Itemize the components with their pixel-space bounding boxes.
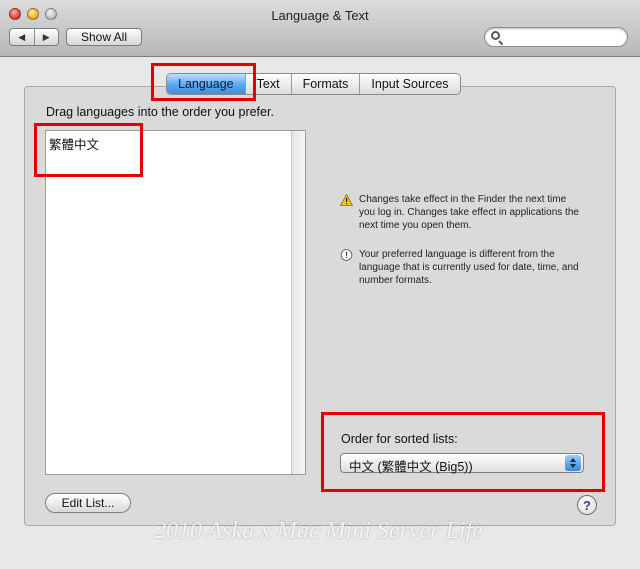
edit-list-button[interactable]: Edit List... [45,493,131,513]
back-button[interactable]: ◀ [10,29,34,45]
search-icon [491,31,500,40]
forward-button[interactable]: ▶ [33,29,59,45]
search-field[interactable] [484,27,628,47]
language-list-scrollbar[interactable] [291,131,305,474]
highlight-box-sort [321,412,605,492]
language-list-instruction: Drag languages into the order you prefer… [46,105,274,119]
show-all-button[interactable]: Show All [66,28,142,46]
help-button[interactable]: ? [577,495,597,515]
search-input[interactable] [505,30,624,46]
tab-input-sources[interactable]: Input Sources [359,74,459,94]
highlight-box-language [34,123,143,177]
title-bar: Language & Text ◀ ▶ Show All [0,0,640,57]
highlight-box-tab [151,63,256,101]
window-title: Language & Text [271,8,369,23]
tab-formats[interactable]: Formats [290,74,360,94]
warning-text: Changes take effect in the Finder the ne… [359,194,579,231]
nav-segmented-control: ◀ ▶ [9,28,59,46]
warning-icon [340,194,353,206]
language-mismatch-note: Your preferred language is different fro… [340,248,580,287]
preferences-window: Language & Text ◀ ▶ Show All Language Te… [0,0,640,569]
help-icon: ? [583,497,591,513]
restart-warning-note: Changes take effect in the Finder the ne… [340,193,580,232]
info-icon [340,249,353,261]
back-arrow-icon: ◀ [18,31,26,42]
watermark: 2010 Aska x Mac Mini Server Life [154,518,483,544]
info-text: Your preferred language is different fro… [359,249,579,286]
language-list[interactable]: 繁體中文 [45,130,306,475]
forward-arrow-icon: ▶ [42,31,50,42]
